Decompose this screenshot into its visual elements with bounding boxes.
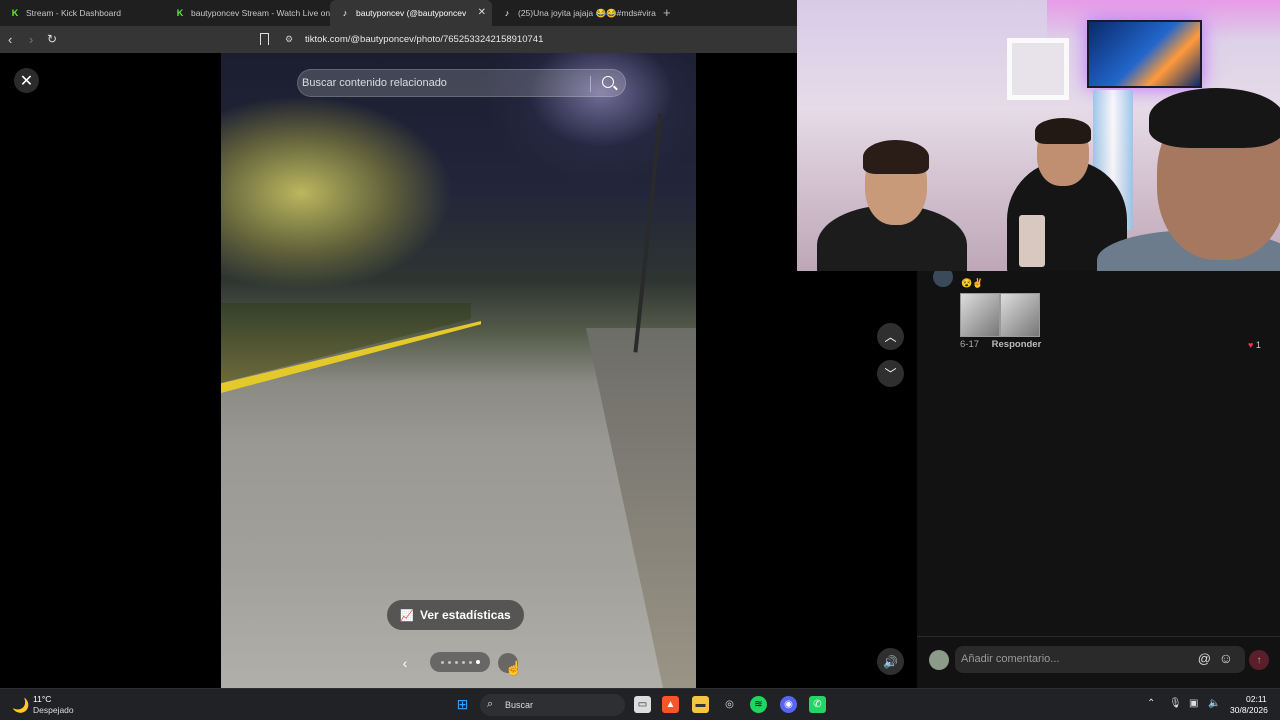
webcam-overlay: [797, 0, 1280, 271]
carousel-dots: [430, 652, 490, 672]
discord-icon[interactable]: ◉: [780, 696, 797, 713]
whatsapp-icon[interactable]: ✆: [809, 696, 826, 713]
tab-label: (25)Una joyita jajaja 😂😂#mds#vira: [518, 7, 656, 18]
person-hair: [1149, 88, 1280, 148]
photo-pole: [633, 113, 663, 353]
moon-weather-icon[interactable]: 🌙: [12, 697, 29, 714]
like-count: 1: [1255, 340, 1261, 350]
site-info-icon[interactable]: ⚙: [285, 34, 293, 45]
chart-icon: 📈: [400, 609, 414, 622]
new-tab-button[interactable]: +: [663, 5, 671, 20]
tab-tiktok-video[interactable]: ♪ (25)Una joyita jajaja 😂😂#mds#vira: [492, 0, 657, 26]
photo-image: [221, 53, 696, 688]
wall-tv: [1087, 20, 1202, 88]
tab-kick-stream[interactable]: K bautyponcev Stream - Watch Live on: [165, 0, 330, 26]
carousel-dot[interactable]: [454, 660, 458, 664]
comment-meta: 6-17 Responder: [960, 339, 1041, 350]
tab-label: bautyponcev (@bautyponcev: [356, 8, 467, 18]
address-bar: ‹ › ↻ ⚙ tiktok.com/@bautyponcev/photo/76…: [0, 26, 797, 53]
carousel-dot-active[interactable]: [475, 660, 480, 664]
comment-like[interactable]: ♥ 1: [1248, 340, 1261, 350]
tab-tiktok-profile[interactable]: ♪ bautyponcev (@bautyponcev ✕: [330, 0, 492, 26]
close-viewer-button[interactable]: ✕: [14, 68, 39, 93]
url-field[interactable]: tiktok.com/@bautyponcev/photo/7652533242…: [305, 34, 543, 45]
clock-date[interactable]: 30/8/2026: [1230, 705, 1268, 715]
emoji-icon[interactable]: ☺: [1219, 650, 1233, 666]
carousel-dot[interactable]: [468, 660, 472, 664]
search-placeholder: Buscar contenido relacionado: [302, 77, 447, 89]
kick-icon: K: [11, 8, 19, 18]
microphone-icon[interactable]: 🎙: [1169, 698, 1182, 709]
comment-placeholder: Añadir comentario...: [961, 653, 1060, 665]
heart-icon: ♥: [1248, 340, 1254, 350]
carousel-dot[interactable]: [461, 660, 465, 664]
previous-post-button[interactable]: ︿: [877, 323, 904, 350]
kick-icon: K: [176, 8, 184, 18]
tiktok-icon: ♪: [342, 8, 348, 18]
reload-icon[interactable]: ↻: [47, 32, 57, 46]
speaker-icon[interactable]: 🔈: [1208, 698, 1220, 709]
weather-desc[interactable]: Despejado: [33, 705, 74, 715]
brave-browser-icon[interactable]: ▲: [662, 696, 679, 713]
spotify-icon[interactable]: ≋: [750, 696, 767, 713]
windows-taskbar: 🌙 11°C Despejado ⊞ ⌕ Buscar ▭ ▲ ▬ ◎ ≋ ◉ …: [0, 688, 1280, 720]
comment-sticker-image[interactable]: [1000, 293, 1040, 337]
user-avatar: [929, 650, 949, 670]
weather-temp[interactable]: 11°C: [33, 694, 51, 704]
photo-sidewalk: [586, 328, 696, 688]
search-divider: [590, 76, 591, 92]
browser-tab-strip: K Stream - Kick Dashboard K bautyponcev …: [0, 0, 797, 26]
related-search-input[interactable]: Buscar contenido relacionado: [297, 69, 626, 97]
person-hair: [863, 140, 929, 174]
taskbar-search[interactable]: ⌕ Buscar: [480, 694, 625, 716]
carousel-dot[interactable]: [447, 660, 451, 664]
windows-start-icon[interactable]: ⊞: [454, 696, 471, 713]
volume-button[interactable]: 🔊: [877, 648, 904, 675]
file-explorer-icon[interactable]: ▬: [692, 696, 709, 713]
forward-icon[interactable]: ›: [29, 32, 33, 47]
task-view-icon[interactable]: ▭: [634, 696, 651, 713]
comment-date: 6-17: [960, 339, 980, 350]
view-stats-button[interactable]: 📈 Ver estadísticas: [387, 600, 524, 630]
wall-shelf: [1007, 38, 1069, 100]
mouse-cursor-icon: ☝: [505, 660, 523, 676]
network-icon[interactable]: ▣: [1189, 698, 1198, 709]
search-icon: ⌕: [487, 698, 494, 710]
comment-emojis: 😵✌️: [961, 278, 984, 288]
send-comment-button[interactable]: ↑: [1249, 650, 1269, 670]
bookmark-icon[interactable]: [260, 33, 269, 45]
tab-label: bautyponcev Stream - Watch Live on: [191, 8, 330, 18]
taskbar-search-placeholder: Buscar: [505, 700, 534, 710]
tab-kick-dashboard[interactable]: K Stream - Kick Dashboard: [0, 0, 165, 26]
carousel-prev-button[interactable]: ‹: [395, 653, 415, 673]
search-icon[interactable]: [602, 76, 614, 88]
mug: [1019, 215, 1045, 267]
comment-input[interactable]: Añadir comentario... @ ☺: [955, 646, 1245, 673]
tiktok-icon: ♪: [504, 8, 510, 18]
carousel-dot[interactable]: [440, 660, 444, 664]
steam-icon[interactable]: ◎: [721, 696, 738, 713]
chevron-up-icon[interactable]: ⌃: [1147, 698, 1155, 709]
next-post-button[interactable]: ﹀: [877, 360, 904, 387]
mention-icon[interactable]: @: [1198, 651, 1211, 666]
photo-grass: [221, 303, 471, 383]
person-hair: [1035, 118, 1091, 144]
reply-link[interactable]: Responder: [992, 339, 1042, 350]
clock-time[interactable]: 02:11: [1246, 694, 1267, 704]
close-tab-icon[interactable]: ✕: [478, 7, 486, 18]
tab-label: Stream - Kick Dashboard: [26, 8, 121, 18]
comment-sticker-image[interactable]: [960, 293, 1000, 337]
view-stats-label: Ver estadísticas: [419, 608, 511, 622]
back-icon[interactable]: ‹: [8, 32, 12, 47]
